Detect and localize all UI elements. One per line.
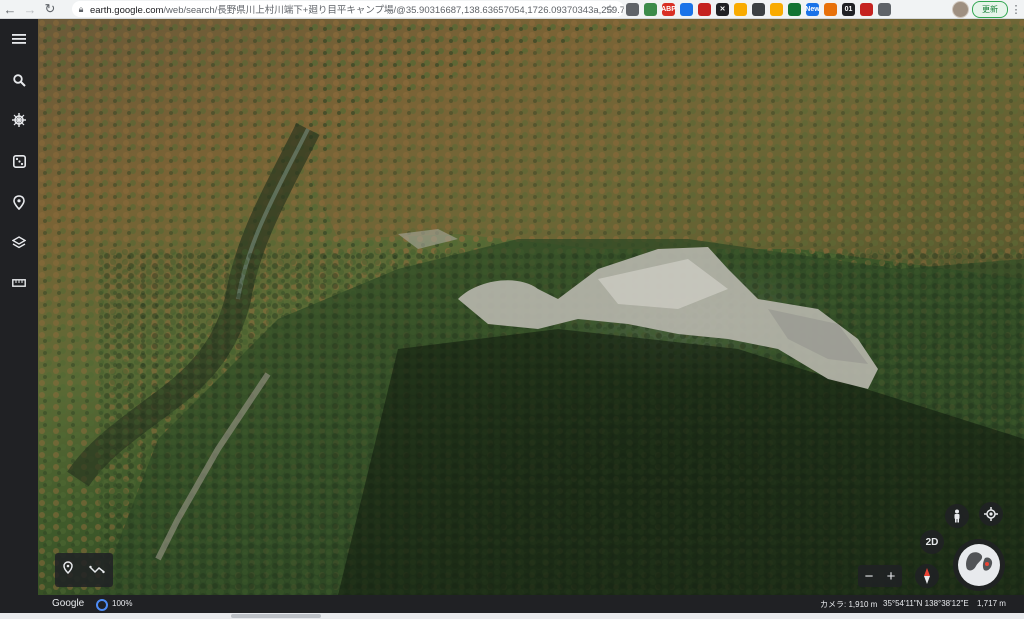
coordinates-readout: 35°54'11"N 138°38'12"E — [883, 599, 969, 608]
map-style-button[interactable] — [9, 232, 29, 252]
extension-emoji-icon[interactable] — [734, 2, 747, 16]
zoom-in-button[interactable]: + — [887, 568, 896, 585]
url-host: earth.google.com — [90, 5, 164, 16]
dice-icon — [12, 154, 26, 168]
extension-orange-icon[interactable] — [824, 2, 837, 16]
browser-menu-icon[interactable]: ⋮ — [1010, 1, 1022, 17]
address-bar[interactable]: 🔒︎ earth.google.com/web/search/長野県川上村川端下… — [72, 1, 624, 17]
extension-x-icon[interactable]: ✕ — [716, 2, 729, 16]
compass-icon — [924, 568, 930, 584]
mini-globe[interactable] — [953, 539, 1005, 591]
adblock-icon[interactable]: ABP — [661, 2, 676, 16]
extension-teal-icon[interactable] — [788, 2, 801, 16]
toggle-2d-button[interactable]: 2D — [920, 530, 944, 554]
menu-button[interactable] — [9, 29, 29, 49]
extension-blue-icon[interactable] — [680, 2, 693, 16]
location-target-icon — [984, 507, 998, 521]
left-sidebar — [0, 19, 38, 619]
load-percentage: 100% — [112, 599, 133, 608]
forward-button[interactable]: → — [20, 0, 40, 18]
bottom-left-tools — [55, 553, 113, 587]
reload-icon: ↻ — [44, 1, 56, 16]
terrain-imagery — [38, 19, 1024, 595]
pegman-icon — [954, 509, 960, 523]
elevation-readout: 1,717 m — [977, 599, 1006, 608]
feeling-lucky-button[interactable] — [9, 151, 29, 171]
extension-dark-icon[interactable] — [752, 2, 765, 16]
extension-new-icon[interactable]: New — [805, 2, 820, 16]
loading-ring-icon — [96, 599, 108, 611]
camera-altitude: カメラ: 1,910 m — [820, 600, 878, 609]
draw-path-button[interactable] — [89, 561, 105, 579]
search-icon — [12, 73, 26, 87]
extensions-bar: ABP ✕ New 01 — [626, 1, 891, 17]
extension-gray-icon[interactable] — [626, 2, 639, 16]
browser-toolbar: ← → ↻ 🔒︎ earth.google.com/web/search/長野県… — [0, 0, 1024, 19]
path-icon — [89, 565, 105, 574]
status-bar: Google 100% カメラ: 1,910 m 35°54'11"N 138°… — [38, 595, 1024, 613]
layers-icon — [12, 235, 26, 248]
voyager-button[interactable] — [9, 110, 29, 130]
measure-button[interactable] — [9, 273, 29, 293]
placemark-icon — [63, 561, 73, 575]
zoom-out-button[interactable]: − — [865, 568, 874, 585]
profile-avatar[interactable] — [952, 1, 969, 18]
extension-pdf-icon[interactable] — [860, 2, 873, 16]
zoom-controls: − + — [858, 565, 902, 587]
hamburger-icon — [12, 34, 26, 44]
extension-yellow-icon[interactable] — [770, 2, 783, 16]
map-pin-icon — [13, 194, 25, 210]
extension-red-icon[interactable] — [698, 2, 711, 16]
arrow-right-icon: → — [23, 1, 37, 17]
back-button[interactable]: ← — [0, 0, 20, 18]
url-text: earth.google.com/web/search/長野県川上村川端下+廻り… — [90, 2, 624, 16]
update-label: 更新 — [982, 5, 998, 14]
voyager-helm-icon — [12, 113, 26, 127]
scrollbar-thumb[interactable] — [231, 614, 321, 618]
bookmark-star-icon[interactable]: ☆ — [603, 1, 617, 17]
toggle-2d-label: 2D — [925, 536, 939, 548]
extension-green-icon[interactable] — [644, 2, 657, 16]
globe-icon — [958, 544, 1000, 586]
earth-3d-view[interactable] — [38, 19, 1024, 595]
ruler-icon — [12, 279, 26, 287]
search-button[interactable] — [9, 70, 29, 90]
update-button[interactable]: 更新 — [972, 1, 1008, 18]
horizontal-scrollbar[interactable] — [0, 613, 1024, 619]
arrow-left-icon: ← — [3, 1, 17, 17]
google-logo: Google — [52, 598, 85, 609]
my-location-button[interactable] — [979, 502, 1003, 526]
add-placemark-button[interactable] — [63, 561, 73, 579]
reload-button[interactable]: ↻ — [40, 0, 60, 18]
lock-icon: 🔒︎ — [78, 3, 84, 14]
projects-button[interactable] — [9, 192, 29, 212]
street-view-button[interactable] — [945, 504, 969, 528]
compass-button[interactable] — [915, 564, 939, 588]
puzzle-icon[interactable] — [878, 2, 891, 16]
extension-01-icon[interactable]: 01 — [842, 2, 855, 16]
url-path: /web/search/長野県川上村川端下+廻り目平キャンプ場/@35.9031… — [163, 5, 624, 16]
